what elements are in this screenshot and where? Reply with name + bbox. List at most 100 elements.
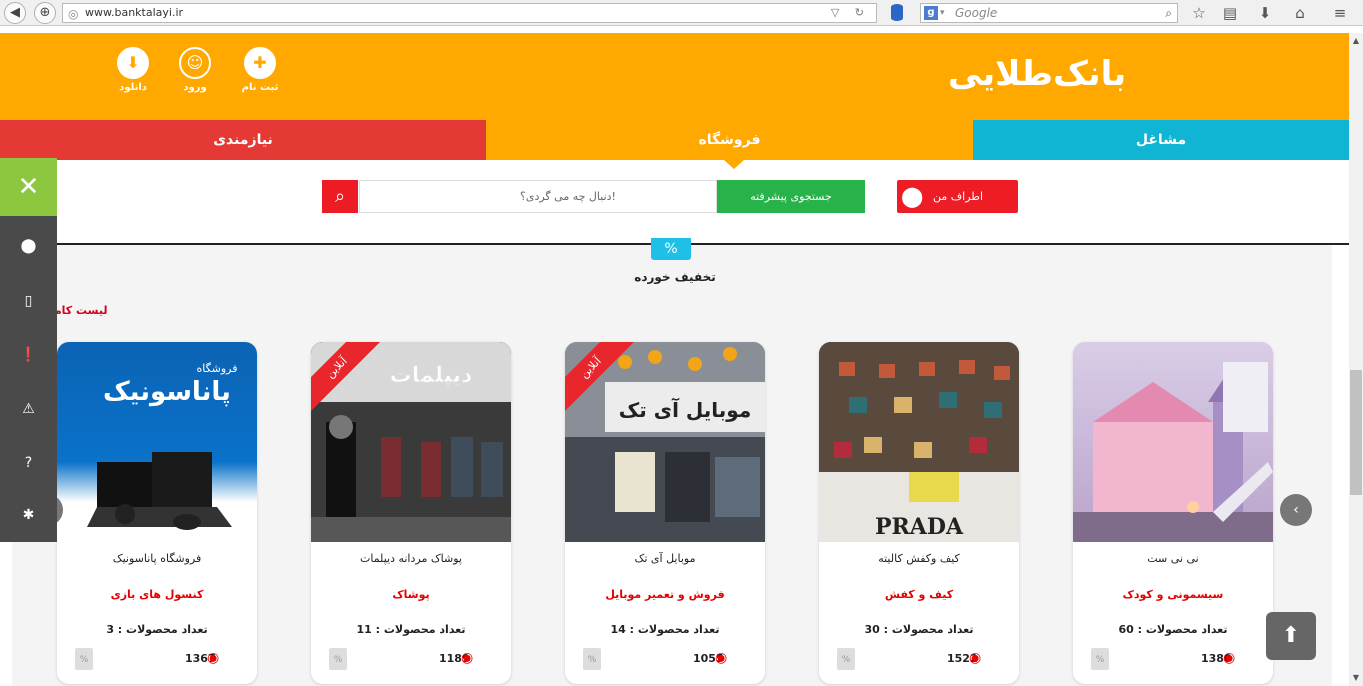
store-image: دیپلمات آنلاین: [311, 342, 511, 542]
home-icon[interactable]: ⌂: [1290, 3, 1310, 23]
location-pin-icon: ⬤: [901, 184, 924, 208]
login-label: ورود: [183, 82, 207, 93]
browser-toolbar: ◀ ⊕ ◎ www.banktalayi.ir ▽ ↻ g ▾ Google ⌕…: [0, 0, 1363, 26]
shopping-bag-icon: %: [837, 648, 855, 670]
store-name: موبایل آی تک: [634, 552, 696, 565]
download-button[interactable]: ⬇ دانلود: [110, 47, 156, 93]
eye-icon: ◉: [969, 650, 982, 666]
store-name: پوشاک مردانه دیپلمات: [359, 552, 462, 565]
side-toolbar: ✕ ⬤ ▯ ❗ ⚠ ? ✱: [0, 158, 57, 542]
bags-shop-illustration: PRADA: [819, 342, 1019, 542]
search-icon[interactable]: ⌕: [1165, 4, 1172, 22]
browser-search-input[interactable]: g ▾ Google ⌕: [920, 3, 1178, 23]
scroll-down-icon[interactable]: ▼: [1349, 671, 1363, 685]
back-to-top-button[interactable]: ⬆: [1266, 612, 1316, 660]
shopping-bag-icon: %: [583, 648, 601, 670]
tab-jobs[interactable]: مشاغل: [973, 120, 1349, 160]
arrow-up-icon: ⬆: [1281, 623, 1301, 648]
store-name: نی نی ست: [1147, 552, 1199, 565]
section-title: تخفیف خورده: [634, 270, 716, 284]
tab-store[interactable]: فروشگاه: [486, 120, 973, 169]
product-count: تعداد محصولات : 14: [610, 623, 720, 636]
add-user-icon: ✚: [244, 47, 276, 79]
search-button[interactable]: ⌕: [322, 180, 358, 213]
login-button[interactable]: ☺ ورود: [172, 47, 218, 93]
store-image: فروشگاه پاناسونیک: [57, 342, 257, 542]
mobile-icon[interactable]: ▯: [0, 274, 57, 328]
store-category[interactable]: سیسمونی و کودک: [1073, 588, 1273, 601]
back-icon[interactable]: ◀: [4, 2, 26, 24]
store-image: [1073, 342, 1273, 542]
chevron-left-icon: ‹: [1293, 502, 1299, 518]
scrollbar-thumb[interactable]: [1350, 370, 1362, 495]
shopping-bag-icon: %: [75, 648, 93, 670]
globe-icon: ◎: [68, 7, 79, 21]
google-icon: g: [924, 6, 938, 20]
download-icon: ⬇: [117, 47, 149, 79]
eye-icon: ◉: [715, 650, 728, 666]
product-count: تعداد محصولات : 60: [1118, 623, 1228, 636]
reading-list-icon[interactable]: ▤: [1220, 3, 1240, 23]
category-tabs: نیازمندی فروشگاه مشاغل: [0, 120, 1349, 169]
store-sign: موبایل آی تک: [619, 397, 751, 422]
kids-room-illustration: [1073, 362, 1273, 542]
shopping-bag-icon: %: [1091, 648, 1109, 670]
menu-icon[interactable]: ≡: [1330, 3, 1350, 23]
store-card[interactable]: فروشگاه پاناسونیک فروشگاه پاناسونیک کنسو…: [57, 342, 257, 684]
search-input[interactable]: دنبال چه می گردی؟!: [359, 180, 717, 213]
info-icon[interactable]: ❗: [0, 328, 57, 382]
store-card[interactable]: PRADA کیف وکفش کالیته کیف و کفش تعداد مح…: [819, 342, 1019, 684]
site-logo[interactable]: بانک‌طلایی: [948, 50, 1128, 98]
close-icon[interactable]: ✕: [0, 158, 57, 216]
scroll-up-icon[interactable]: ▲: [1349, 34, 1363, 48]
store-category[interactable]: پوشاک: [311, 588, 511, 601]
store-sign: پاناسونیک: [103, 377, 231, 407]
store-name: کیف وکفش کالیته: [878, 552, 960, 565]
eye-icon: ◉: [207, 650, 220, 666]
store-card[interactable]: موبایل آی تک آنلاین موبایل آی تک فروش و …: [565, 342, 765, 684]
register-button[interactable]: ✚ ثبت نام: [237, 47, 283, 93]
bookmark-star-icon[interactable]: ☆: [1189, 3, 1209, 23]
store-category[interactable]: کنسول های بازی: [57, 588, 257, 601]
store-category[interactable]: کیف و کفش: [819, 588, 1019, 601]
reload-icon[interactable]: ⊕: [34, 2, 56, 24]
location-icon[interactable]: ⬤: [0, 219, 57, 273]
settings-icon[interactable]: ✱: [0, 488, 57, 542]
store-sign: دیپلمات: [390, 363, 473, 388]
store-image: PRADA: [819, 342, 1019, 542]
brand-sign: PRADA: [875, 514, 964, 540]
tab-needs[interactable]: نیازمندی: [0, 120, 486, 160]
search-placeholder: Google: [955, 6, 998, 20]
shopping-bag-icon: %: [329, 648, 347, 670]
product-count: تعداد محصولات : 3: [106, 623, 208, 636]
store-card[interactable]: نی نی ست سیسمونی و کودک تعداد محصولات : …: [1073, 342, 1273, 684]
url-text: www.banktalayi.ir: [85, 6, 184, 19]
download-arrow-icon[interactable]: ⬇: [1255, 3, 1275, 23]
search-icon: ⌕: [334, 186, 346, 207]
product-count: تعداد محصولات : 30: [864, 623, 974, 636]
store-image: موبایل آی تک آنلاین: [565, 342, 765, 542]
register-label: ثبت نام: [241, 82, 279, 93]
discount-badge: %: [651, 238, 691, 260]
user-icon: ☺: [179, 47, 211, 79]
scrollbar[interactable]: [1349, 33, 1363, 686]
store-category[interactable]: فروش و تعمیر موبایل: [565, 588, 765, 601]
store-name: فروشگاه پاناسونیک: [112, 552, 202, 565]
carousel-next-button[interactable]: ‹: [1280, 494, 1312, 526]
nearby-label: اطراف من: [933, 190, 984, 203]
advanced-search-button[interactable]: جستجوی پیشرفته: [717, 180, 865, 213]
url-bar[interactable]: ◎ www.banktalayi.ir ▽ ↻: [62, 3, 877, 23]
nearby-button[interactable]: ⬤ اطراف من: [897, 180, 1018, 213]
download-label: دانلود: [119, 82, 147, 93]
chevron-down-icon: ▾: [940, 8, 945, 18]
database-icon[interactable]: [891, 4, 903, 21]
eye-icon: ◉: [1223, 650, 1236, 666]
eye-icon: ◉: [461, 650, 474, 666]
help-icon[interactable]: ?: [0, 436, 57, 490]
store-sub-sign: فروشگاه: [196, 362, 237, 375]
store-card[interactable]: دیپلمات آنلاین پوشاک مردانه دیپلمات پوشا…: [311, 342, 511, 684]
warning-icon[interactable]: ⚠: [0, 382, 57, 436]
url-actions-icon[interactable]: ▽ ↻: [831, 4, 870, 22]
product-count: تعداد محصولات : 11: [356, 623, 466, 636]
console-shop-illustration: فروشگاه پاناسونیک: [87, 362, 238, 530]
